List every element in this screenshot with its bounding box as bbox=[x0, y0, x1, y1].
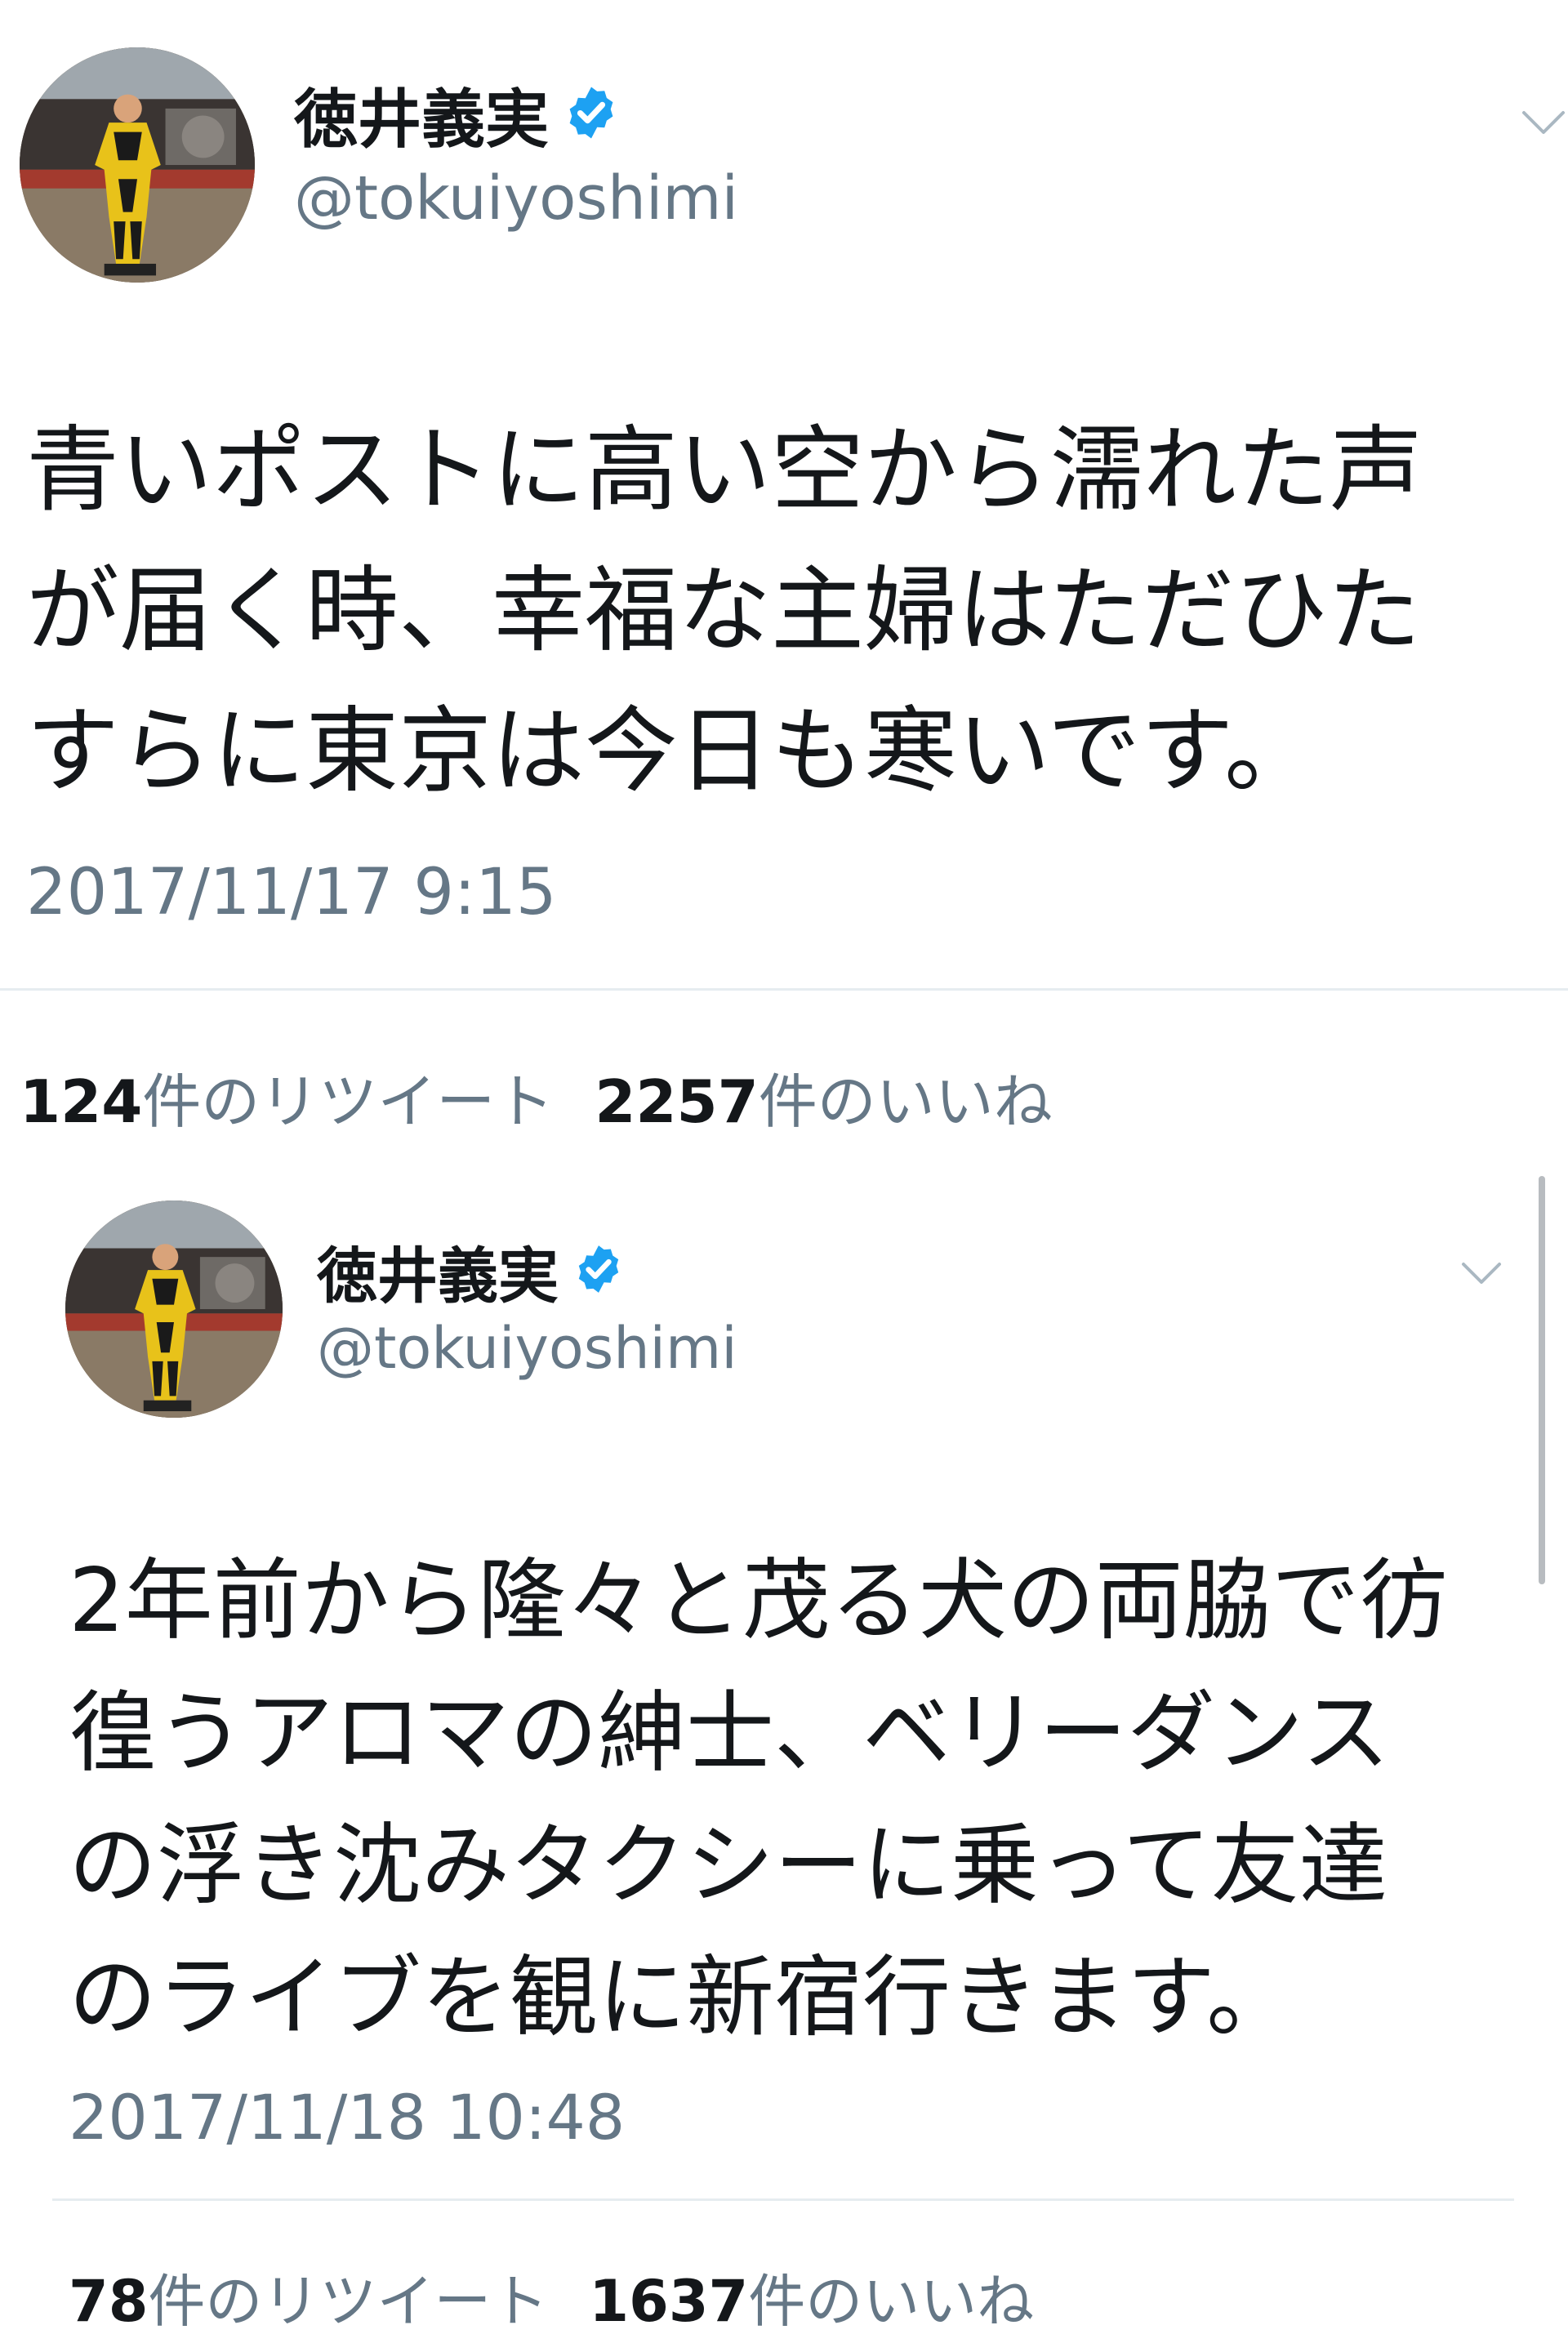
like-label[interactable]: 件のいいね bbox=[759, 1054, 1053, 1139]
avatar[interactable] bbox=[20, 47, 255, 283]
engagement-stats: 78 件のリツイート 1637 件のいいね bbox=[69, 2256, 1075, 2338]
verified-badge-icon bbox=[562, 83, 621, 145]
engagement-stats: 124 件のリツイート 2257 件のいいね bbox=[20, 1054, 1094, 1139]
like-count[interactable]: 2257 bbox=[595, 1067, 758, 1136]
chevron-down-icon[interactable] bbox=[1519, 106, 1568, 139]
handle[interactable]: @tokuiyoshimi bbox=[317, 1315, 737, 1382]
retweet-label[interactable]: 件のリツイート bbox=[142, 1054, 554, 1139]
retweet-count[interactable]: 78 bbox=[69, 2268, 148, 2335]
divider bbox=[0, 988, 1568, 991]
like-count[interactable]: 1637 bbox=[589, 2268, 748, 2335]
retweet-label[interactable]: 件のリツイート bbox=[148, 2256, 548, 2338]
verified-badge-icon bbox=[572, 1242, 626, 1299]
avatar[interactable] bbox=[65, 1200, 283, 1418]
avatar-photo bbox=[20, 47, 255, 283]
chevron-down-icon[interactable] bbox=[1459, 1258, 1504, 1289]
like-label[interactable]: 件のいいね bbox=[748, 2256, 1034, 2338]
display-name[interactable]: 徳井義実 bbox=[294, 69, 549, 160]
timestamp[interactable]: 2017/11/17 9:15 bbox=[26, 856, 557, 929]
author-row[interactable]: 徳井義実 bbox=[294, 74, 621, 157]
avatar-photo bbox=[65, 1200, 283, 1418]
retweet-count[interactable]: 124 bbox=[20, 1067, 142, 1136]
timestamp[interactable]: 2017/11/18 10:48 bbox=[69, 2081, 625, 2154]
author-row[interactable]: 徳井義実 bbox=[317, 1232, 626, 1312]
tweet-text: 2年前から隆々と茂る犬の両脇で彷 徨うアロマの紳士、ベリーダンス の浮き沈みタク… bbox=[69, 1550, 1448, 2049]
tweet-text: 青いポストに高い空から濡れた声 が届く時、幸福な主婦はただひた すらに東京は今日… bbox=[26, 416, 1423, 805]
divider bbox=[52, 2198, 1514, 2201]
display-name[interactable]: 徳井義実 bbox=[317, 1227, 559, 1315]
scrollbar[interactable] bbox=[1539, 1176, 1545, 1584]
handle[interactable]: @tokuiyoshimi bbox=[294, 163, 738, 234]
